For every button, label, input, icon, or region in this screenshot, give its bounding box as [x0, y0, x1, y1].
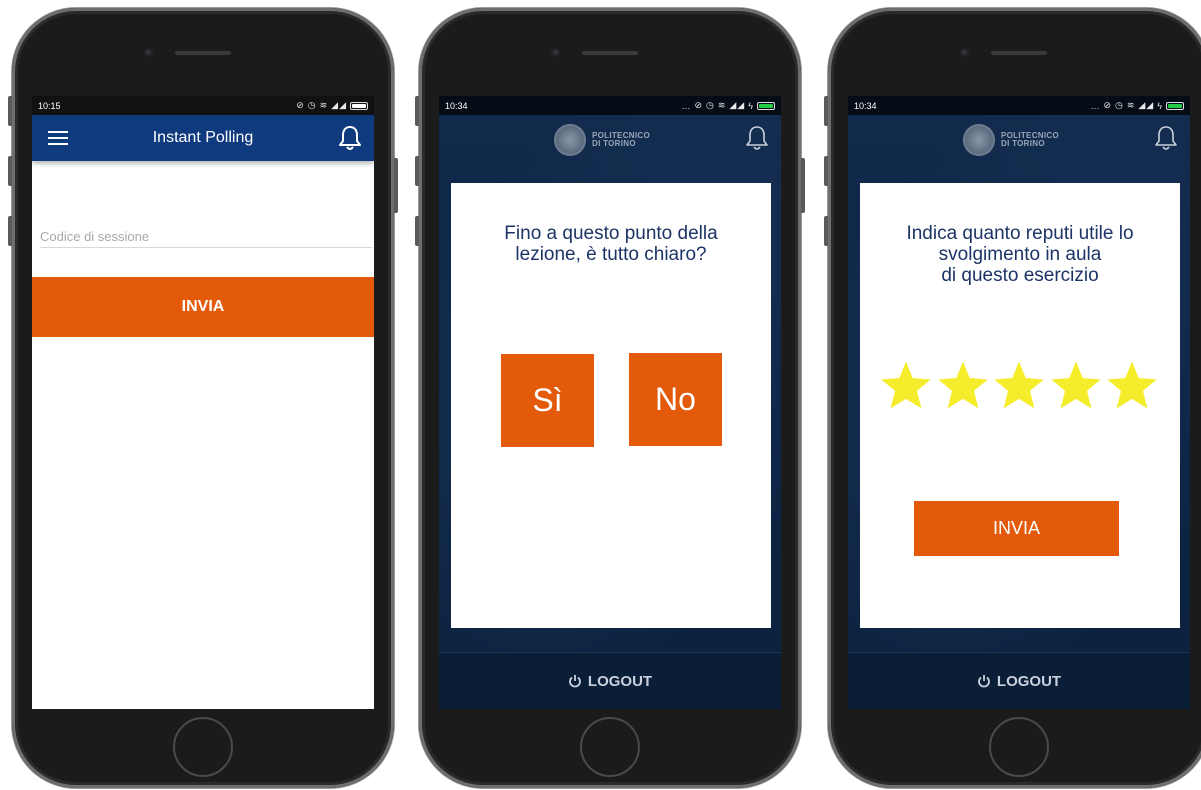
star-rating[interactable] — [878, 358, 1160, 414]
seal-icon — [554, 124, 586, 156]
speaker-grille — [991, 51, 1047, 55]
star-icon[interactable] — [878, 358, 934, 414]
logout-button[interactable]: LOGOUT — [848, 652, 1190, 709]
wifi-icon: ≋ — [319, 100, 329, 110]
poll-card: Indica quanto reputi utile lo svolgiment… — [860, 183, 1180, 628]
status-icons: … ⊘ ◷ ≋ ◢◢ ϟ — [1090, 100, 1184, 111]
charging-icon: ϟ — [748, 100, 754, 111]
star-icon[interactable] — [991, 358, 1047, 414]
phone-3: 10:34 … ⊘ ◷ ≋ ◢◢ ϟ POLITECNICO DI TORINO… — [824, 8, 1201, 788]
alarm-icon: ◷ — [307, 100, 317, 110]
logout-button[interactable]: LOGOUT — [439, 652, 781, 709]
charging-icon: ϟ — [1157, 100, 1163, 111]
logo-line-2: DI TORINO — [1001, 139, 1045, 148]
star-icon[interactable] — [1048, 358, 1104, 414]
university-logo: POLITECNICO DI TORINO — [554, 124, 650, 156]
wifi-icon: ≋ — [1126, 100, 1136, 110]
logo-text: POLITECNICO DI TORINO — [1001, 132, 1059, 148]
front-camera — [551, 48, 560, 57]
battery-icon — [757, 101, 775, 110]
wifi-icon: ≋ — [717, 100, 727, 110]
poll-question: Fino a questo punto della lezione, è tut… — [504, 223, 718, 265]
battery-icon — [350, 101, 368, 110]
screen-rating-poll: 10:34 … ⊘ ◷ ≋ ◢◢ ϟ POLITECNICO DI TORINO… — [848, 96, 1190, 709]
alarm-icon: ◷ — [705, 100, 715, 110]
no-button[interactable]: No — [629, 353, 722, 446]
poll-question: Indica quanto reputi utile lo svolgiment… — [906, 223, 1134, 286]
front-camera — [144, 48, 153, 57]
front-camera — [960, 48, 969, 57]
status-icons: … ⊘ ◷ ≋ ◢◢ ϟ — [681, 100, 775, 111]
session-code-input[interactable] — [40, 225, 372, 248]
home-button[interactable] — [173, 717, 233, 777]
app-title: Instant Polling — [152, 129, 254, 146]
speaker-grille — [175, 51, 231, 55]
status-time: 10:34 — [854, 100, 877, 111]
app-bar: Instant Polling — [32, 115, 374, 161]
status-time: 10:15 — [38, 100, 61, 111]
status-icons: ⊘ ◷ ≋ ◢◢ — [296, 100, 368, 111]
mute-icon: ⊘ — [296, 100, 305, 110]
speaker-grille — [582, 51, 638, 55]
more-icon: … — [681, 100, 692, 111]
logout-label: LOGOUT — [587, 672, 653, 690]
seal-icon — [963, 124, 995, 156]
bell-icon[interactable] — [336, 124, 364, 152]
mute-icon: ⊘ — [694, 100, 703, 110]
screen-yes-no-poll: 10:34 … ⊘ ◷ ≋ ◢◢ ϟ POLITECNICO DI TORINO… — [439, 96, 781, 709]
poll-card: Fino a questo punto della lezione, è tut… — [451, 183, 771, 628]
status-bar: 10:34 … ⊘ ◷ ≋ ◢◢ ϟ — [848, 96, 1190, 115]
more-icon: … — [1090, 100, 1101, 111]
status-time: 10:34 — [445, 100, 468, 111]
alarm-icon: ◷ — [1114, 100, 1124, 110]
logout-label: LOGOUT — [996, 672, 1062, 690]
signal-icon: ◢◢ — [729, 100, 746, 110]
bell-icon[interactable] — [1152, 124, 1180, 152]
university-logo: POLITECNICO DI TORINO — [963, 124, 1059, 156]
submit-button[interactable]: INVIA — [32, 277, 374, 337]
signal-icon: ◢◢ — [331, 100, 347, 110]
phone-2: 10:34 … ⊘ ◷ ≋ ◢◢ ϟ POLITECNICO DI TORINO… — [415, 8, 805, 788]
bell-icon[interactable] — [743, 124, 771, 152]
home-button[interactable] — [989, 717, 1049, 777]
star-icon[interactable] — [1104, 358, 1160, 414]
logo-line-2: DI TORINO — [592, 139, 636, 148]
star-icon[interactable] — [935, 358, 991, 414]
signal-icon: ◢◢ — [1138, 100, 1155, 110]
power-icon — [978, 675, 990, 688]
home-button[interactable] — [580, 717, 640, 777]
logo-text: POLITECNICO DI TORINO — [592, 132, 650, 148]
mute-icon: ⊘ — [1103, 100, 1112, 110]
status-bar: 10:15 ⊘ ◷ ≋ ◢◢ — [32, 96, 374, 115]
yes-button[interactable]: Sì — [501, 354, 594, 447]
submit-button[interactable]: INVIA — [914, 501, 1119, 556]
power-icon — [569, 675, 581, 688]
battery-icon — [1166, 101, 1184, 110]
phone-1: 10:15 ⊘ ◷ ≋ ◢◢ Instant Polling INVIA — [8, 8, 398, 788]
screen-login: 10:15 ⊘ ◷ ≋ ◢◢ Instant Polling INVIA — [32, 96, 374, 709]
status-bar: 10:34 … ⊘ ◷ ≋ ◢◢ ϟ — [439, 96, 781, 115]
